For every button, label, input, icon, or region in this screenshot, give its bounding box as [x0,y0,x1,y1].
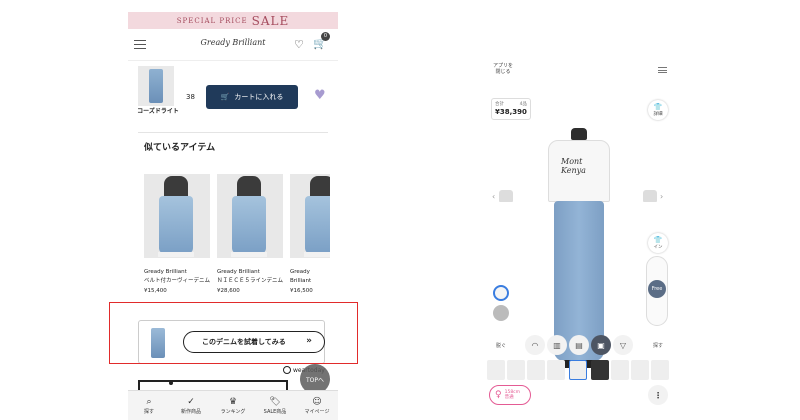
item-count: 4品 [519,102,527,107]
item-thumbnail[interactable] [591,360,609,380]
cart-count-badge: 0 [321,32,330,41]
free-size-knob[interactable]: Free [648,280,666,298]
logo-circle-icon [283,366,291,374]
tab-new-arrivals[interactable]: ✓ 新作商品 [170,391,212,420]
item-thumbnail[interactable] [651,360,669,380]
jeans-image [149,69,163,103]
user-icon: ☺ [312,396,322,407]
item-thumbnail-selected[interactable] [569,360,587,380]
carousel-indicator [138,380,288,390]
tab-ranking[interactable]: ♛ ランキング [212,391,254,420]
total-price-box: 合計 4品 ¥38,390 [491,98,531,120]
product-photo [144,174,210,258]
similar-item-card[interactable]: Gready Brilliant ＮＩＥＣＥ５ラインデニム ¥28,600 [217,174,283,294]
sale-banner[interactable]: SPECIAL PRICE SALE [128,12,338,29]
similar-item-price: ¥15,400 [144,288,167,294]
tab-label: 新作商品 [180,408,201,415]
item-thumbnail[interactable] [527,360,545,380]
similar-items-title: 似ているアイテム [144,143,216,153]
product-color-name: コーズドライト [137,108,179,115]
shirt-icon[interactable]: ▤ [569,335,589,355]
tshirt-icon[interactable]: ▣ [591,335,611,355]
tab-sale[interactable]: 🏷 SALE商品 [254,391,296,420]
bottom-tab-bar: ⌕ 探す ✓ 新作商品 ♛ ランキング 🏷 SALE商品 ☺ マイページ [128,390,338,420]
model-head [571,128,587,140]
search-label: 探す [652,342,663,349]
screenshot-canvas: SPECIAL PRICE SALE Gready Brilliant ♡ 🛒 … [0,0,800,420]
search-button[interactable]: 探す [648,335,668,355]
brand-logo[interactable]: Gready Brilliant [188,38,278,47]
tab-label: SALE商品 [263,408,287,415]
wishlist-heart-icon[interactable]: ♥ [314,88,326,103]
search-icon: ⌕ [146,396,152,407]
prev-item-icon[interactable] [499,190,513,202]
similar-item-price: ¥16,500 [290,288,313,294]
tab-label: 探す [143,408,154,415]
promo-big-text: SALE [251,13,290,28]
tuck-label: イン [653,245,663,250]
item-thumbnail[interactable] [611,360,629,380]
product-photo [217,174,283,258]
hat-icon[interactable]: ◠ [525,335,545,355]
add-to-cart-label: カートに入れる [234,93,284,101]
tag-icon: 🏷 [269,396,281,407]
similar-item-card[interactable]: Gready BrilliantＩＥＣＥ５ラインＬｔｈｙストＬ ¥16,500 [290,174,330,294]
person-icon: ♀ [495,390,502,400]
tab-label: マイページ [304,408,330,415]
build-value: 普通 [504,395,514,400]
carousel-dot[interactable] [169,381,173,385]
item-thumbnail[interactable] [487,360,505,380]
hamburger-menu-icon[interactable] [134,40,146,49]
virtual-fitting-view: アプリを閉じる 合計 4品 ¥38,390 👕 詳細 Mont Kenya ‹ › … [485,60,673,410]
prev-arrow-icon[interactable]: ‹ [492,192,495,201]
outer-icon[interactable]: ▥ [547,335,567,355]
similar-item-price: ¥28,600 [217,288,240,294]
tab-search[interactable]: ⌕ 探す [128,391,170,420]
crown-icon: ♛ [228,396,238,407]
similar-item-card[interactable]: Gready Brilliant ベルト付カーヴィーデニム ¥15,400 [144,174,210,294]
highlight-box [109,302,358,364]
similar-item-name: Gready Brilliant ＮＩＥＣＥ５ラインデニム [217,269,283,284]
item-thumbnail-row [485,360,673,382]
dress-icon[interactable]: ▽ [613,335,633,355]
close-app-button[interactable]: アプリを閉じる [492,63,514,75]
take-off-label: 脱ぐ [495,342,506,349]
add-to-cart-button[interactable]: 🛒 カートに入れる [206,85,298,109]
body-height-button[interactable]: ♀ 158cm 普通 [489,385,531,405]
detail-label: 詳細 [653,112,663,117]
promo-small-text: SPECIAL PRICE [176,16,248,25]
similar-item-name: Gready Brilliant ベルト付カーヴィーデニム [144,269,210,284]
item-thumbnail[interactable] [547,360,565,380]
color-swatch-white[interactable] [493,285,509,301]
favorite-heart-icon[interactable]: ♡ [294,38,304,51]
color-swatch-gray[interactable] [493,305,509,321]
total-price: ¥38,390 [495,108,527,116]
product-thumbnail[interactable] [138,66,174,106]
total-label: 合計 [495,102,504,107]
next-arrow-icon[interactable]: › [660,192,663,201]
category-icon-row: 脱ぐ ◠ ▥ ▤ ▣ ▽ 探す [485,335,673,357]
product-photo [290,174,330,258]
cart-icon: 🛒 [220,93,230,101]
divider [138,132,328,133]
tuck-icon: 👕 [653,236,663,244]
site-header: Gready Brilliant ♡ 🛒 0 [128,29,338,61]
tab-mypage[interactable]: ☺ マイページ [296,391,338,420]
tshirt-print: Mont Kenya [561,157,586,175]
detail-button[interactable]: 👕 詳細 [648,100,668,120]
more-options-icon[interactable]: ⋮ [648,385,668,405]
shirt-icon: 👕 [653,103,663,111]
next-item-icon[interactable] [643,190,657,202]
take-off-button[interactable]: 脱ぐ [491,335,511,355]
check-icon: ✓ [187,396,195,407]
model-tshirt: Mont Kenya [548,140,610,202]
item-thumbnail[interactable] [507,360,525,380]
item-thumbnail[interactable] [631,360,649,380]
tuck-in-button[interactable]: 👕 イン [648,233,668,253]
menu-icon[interactable] [658,67,667,73]
tab-label: ランキング [220,408,246,415]
product-size: 38 [186,93,195,101]
similar-item-name: Gready BrilliantＩＥＣＥ５ラインＬｔｈｙストＬ [290,269,312,284]
